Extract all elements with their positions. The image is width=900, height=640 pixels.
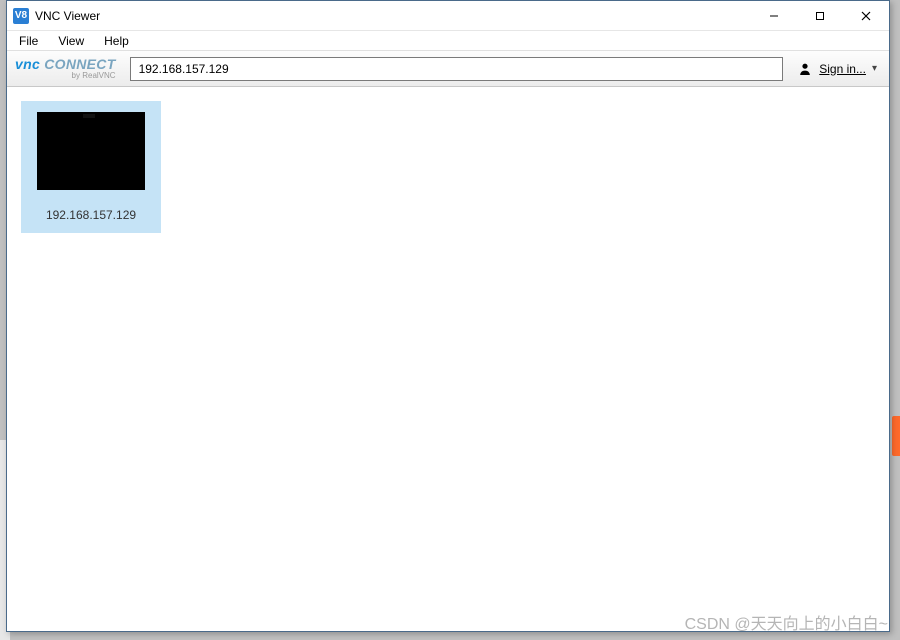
person-icon	[797, 61, 813, 77]
menu-help[interactable]: Help	[100, 32, 133, 50]
toolbar: vnc CONNECT by RealVNC Sign in... ▾	[7, 51, 889, 87]
app-window: V8 VNC Viewer File View Help vnc CONNECT…	[6, 0, 890, 632]
brand-vnc: vnc	[15, 56, 40, 72]
menu-view[interactable]: View	[54, 32, 88, 50]
app-icon: V8	[13, 8, 29, 24]
brand-connect: CONNECT	[44, 56, 115, 72]
connection-preview	[37, 112, 145, 190]
maximize-button[interactable]	[797, 1, 843, 30]
connections-area: 192.168.157.129	[7, 87, 889, 631]
connection-label: 192.168.157.129	[46, 208, 136, 222]
menubar: File View Help	[7, 31, 889, 51]
menu-file[interactable]: File	[15, 32, 42, 50]
address-input[interactable]	[130, 57, 784, 81]
chevron-down-icon: ▾	[872, 63, 877, 74]
connection-thumbnail[interactable]: 192.168.157.129	[21, 101, 161, 233]
brand-logo-top: vnc CONNECT	[15, 57, 116, 71]
close-button[interactable]	[843, 1, 889, 30]
brand-sub: by RealVNC	[15, 72, 116, 80]
window-title: VNC Viewer	[35, 9, 751, 23]
background-accent	[892, 416, 900, 456]
signin-label: Sign in...	[819, 62, 866, 76]
window-controls	[751, 1, 889, 30]
signin-button[interactable]: Sign in... ▾	[793, 59, 881, 79]
brand-logo: vnc CONNECT by RealVNC	[15, 57, 120, 80]
minimize-button[interactable]	[751, 1, 797, 30]
titlebar: V8 VNC Viewer	[7, 1, 889, 31]
